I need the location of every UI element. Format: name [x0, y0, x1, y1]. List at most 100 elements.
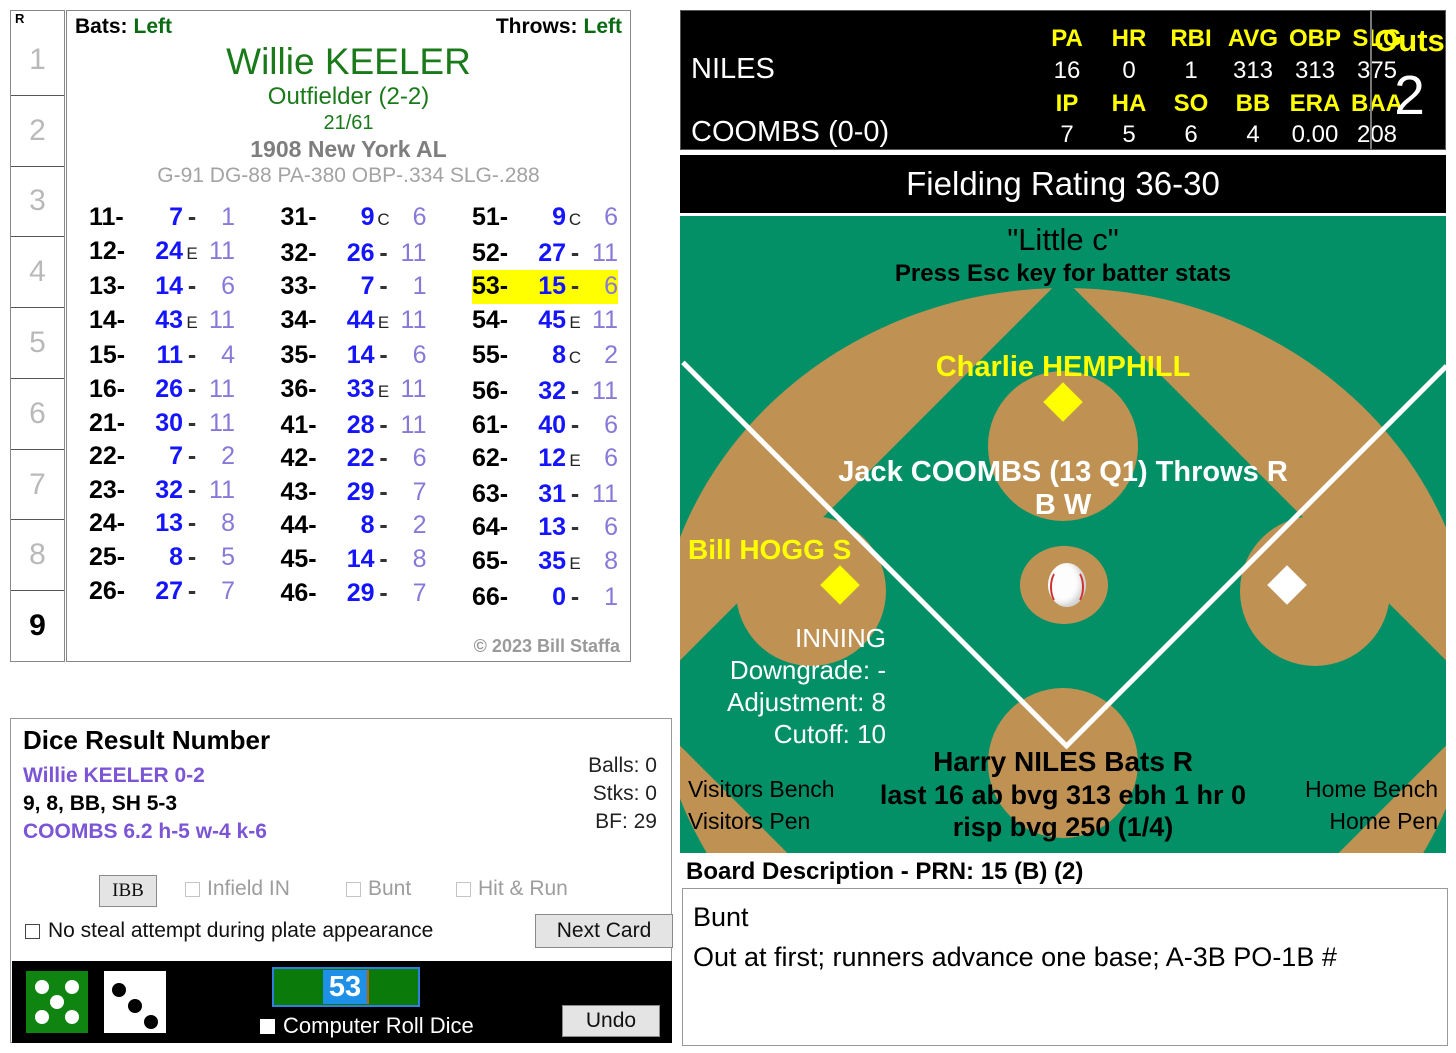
bunt-checkbox[interactable]: Bunt: [346, 877, 411, 901]
chart-row-61: 61- 40-6: [472, 409, 618, 443]
visitors-pen-link[interactable]: Visitors Pen: [688, 808, 810, 835]
first-base-dirt-arc: [1240, 516, 1390, 666]
chart-row-modifier: -: [187, 374, 197, 403]
chart-row-key: 44-: [280, 511, 317, 540]
chart-row-tail: 11: [209, 236, 235, 265]
computer-roll-dice-checkbox[interactable]: Computer Roll Dice: [260, 1013, 474, 1039]
inning-cell-list: 123456789: [11, 25, 64, 661]
chart-row-key: 54-: [472, 305, 509, 334]
chart-row-tail: 7: [412, 578, 427, 607]
chart-row-modifier: E: [186, 243, 198, 263]
chart-row-modifier: E: [569, 553, 581, 573]
chart-row-55: 55- 8 C 2: [472, 339, 618, 375]
bunt-label: Bunt: [368, 877, 412, 900]
baseball-field-diagram[interactable]: "Little c" Press Esc key for batter stat…: [680, 216, 1446, 853]
inning-cell-5[interactable]: 5: [11, 307, 64, 378]
chart-row-51: 51- 9 C 6: [472, 201, 618, 237]
bats-group: Bats: Left: [75, 15, 172, 39]
left-fielder-name[interactable]: Bill HOGG S: [688, 534, 851, 566]
chart-row-tail: 6: [604, 272, 618, 301]
chart-row-31: 31- 9 C 6: [281, 201, 427, 237]
inning-cell-9[interactable]: 9: [11, 590, 64, 661]
pitcher-name-line[interactable]: Jack COOMBS (13 Q1) Throws R: [680, 456, 1446, 489]
chart-row-modifier: -: [187, 542, 197, 571]
chart-row-modifier: -: [570, 513, 580, 542]
pitcher-stat-header-cell: HA: [1111, 90, 1147, 117]
fielding-rating-bar: Fielding Rating 36-30: [680, 155, 1446, 213]
green-die[interactable]: [26, 971, 88, 1033]
chart-row-modifier: C: [568, 348, 582, 368]
chart-row-41: 41- 28-11: [281, 409, 427, 443]
home-pen-link[interactable]: Home Pen: [1329, 808, 1438, 835]
dice-result-title: Dice Result Number: [23, 725, 271, 755]
chart-row-modifier: -: [570, 479, 580, 508]
white-die[interactable]: [104, 971, 166, 1033]
roll-result-box: 53: [272, 967, 420, 1007]
chart-row-key: 13-: [89, 272, 126, 301]
inning-cell-4[interactable]: 4: [11, 236, 64, 307]
chart-row-result: 14: [155, 272, 183, 301]
press-esc-hint: Press Esc key for batter stats: [894, 260, 1232, 287]
chart-row-key: 23-: [89, 475, 126, 504]
chart-row-modifier: -: [379, 544, 388, 573]
chart-row-tail: 8: [221, 509, 235, 538]
inning-cell-6[interactable]: 6: [11, 377, 64, 449]
chart-row-key: 65-: [472, 546, 509, 575]
chart-row-result: 15: [538, 272, 566, 301]
batter-stat-header-cell: AVG: [1227, 25, 1279, 52]
board-description-title: Board Description - PRN: 15 (B) (2): [686, 858, 1084, 885]
batter-stat-value-cell: 16: [1053, 57, 1081, 84]
chart-row-result: 14: [346, 341, 375, 370]
chart-row-key: 45-: [280, 544, 317, 573]
chart-row-key: 36-: [280, 374, 317, 403]
board-description-line-2: Out at first; runners advance one base; …: [693, 942, 1337, 972]
chart-row-result: 45: [538, 305, 566, 334]
inning-cell-2[interactable]: 2: [11, 94, 64, 166]
chart-row-tail: 4: [221, 341, 235, 370]
chart-row-key: 55-: [472, 341, 509, 370]
batter-stat-value-cell: 313: [1232, 57, 1274, 84]
infield-in-checkbox[interactable]: Infield IN: [185, 877, 290, 901]
current-batter-name: Harry NILES Bats R: [933, 746, 1193, 777]
chart-row-result: 35: [538, 546, 566, 575]
checkbox-box: [456, 881, 471, 897]
batter-stat-value-cell: 1: [1184, 57, 1198, 84]
no-steal-checkbox[interactable]: No steal attempt during plate appearance: [25, 919, 433, 943]
chart-row-tail: 6: [412, 444, 427, 473]
inning-cell-3[interactable]: 3: [11, 165, 64, 237]
pitcher-stat-values: 7 5 6 4 0.00 208: [1036, 121, 1408, 149]
chart-row-25: 25- 8-5: [89, 541, 235, 575]
player-position: Outfielder (2-2): [267, 83, 430, 110]
computer-roll-label: Computer Roll Dice: [283, 1013, 474, 1038]
checkbox-box: [260, 1018, 275, 1034]
chart-row-key: 26-: [89, 576, 126, 605]
home-bench-link[interactable]: Home Bench: [1305, 776, 1438, 803]
inning-cell-1[interactable]: 1: [11, 25, 64, 95]
outs-label: Outs: [1374, 23, 1445, 58]
chart-row-result: 26: [155, 374, 183, 403]
batter-stat-header-cell: OBP: [1288, 25, 1341, 52]
inning-cell-8[interactable]: 8: [11, 519, 64, 590]
inning-cell-7[interactable]: 7: [11, 448, 64, 520]
chart-row-tail: 11: [209, 408, 235, 437]
ibb-button[interactable]: IBB: [99, 875, 157, 907]
center-fielder-name[interactable]: Charlie HEMPHILL: [680, 351, 1446, 384]
hit-and-run-checkbox[interactable]: Hit & Run: [456, 877, 568, 901]
outs-value: 2: [1394, 64, 1425, 126]
pitcher-stat-header-cell: BB: [1235, 90, 1271, 117]
player-stat-line: G-91 DG-88 PA-380 OBP-.334 SLG-.288: [157, 164, 540, 187]
undo-button[interactable]: Undo: [562, 1005, 660, 1037]
inning-column-header: R: [15, 11, 25, 26]
chart-row-result: 32: [155, 475, 183, 504]
chart-row-16: 16- 26-11: [89, 373, 235, 407]
batter-stat-headers: PA HR RBI AVG OBP SLG: [1036, 25, 1408, 53]
chart-row-key: 43-: [280, 477, 317, 506]
bats-label: Bats:: [75, 15, 128, 38]
visitors-bench-link[interactable]: Visitors Bench: [688, 776, 835, 803]
chart-row-11: 11- 7-1: [89, 201, 235, 235]
chart-row-result: 7: [169, 442, 183, 471]
infield-in-label: Infield IN: [207, 877, 290, 900]
chart-row-result: 24: [155, 236, 183, 265]
next-card-button[interactable]: Next Card: [535, 914, 673, 948]
chart-row-35: 35- 14-6: [281, 339, 427, 373]
